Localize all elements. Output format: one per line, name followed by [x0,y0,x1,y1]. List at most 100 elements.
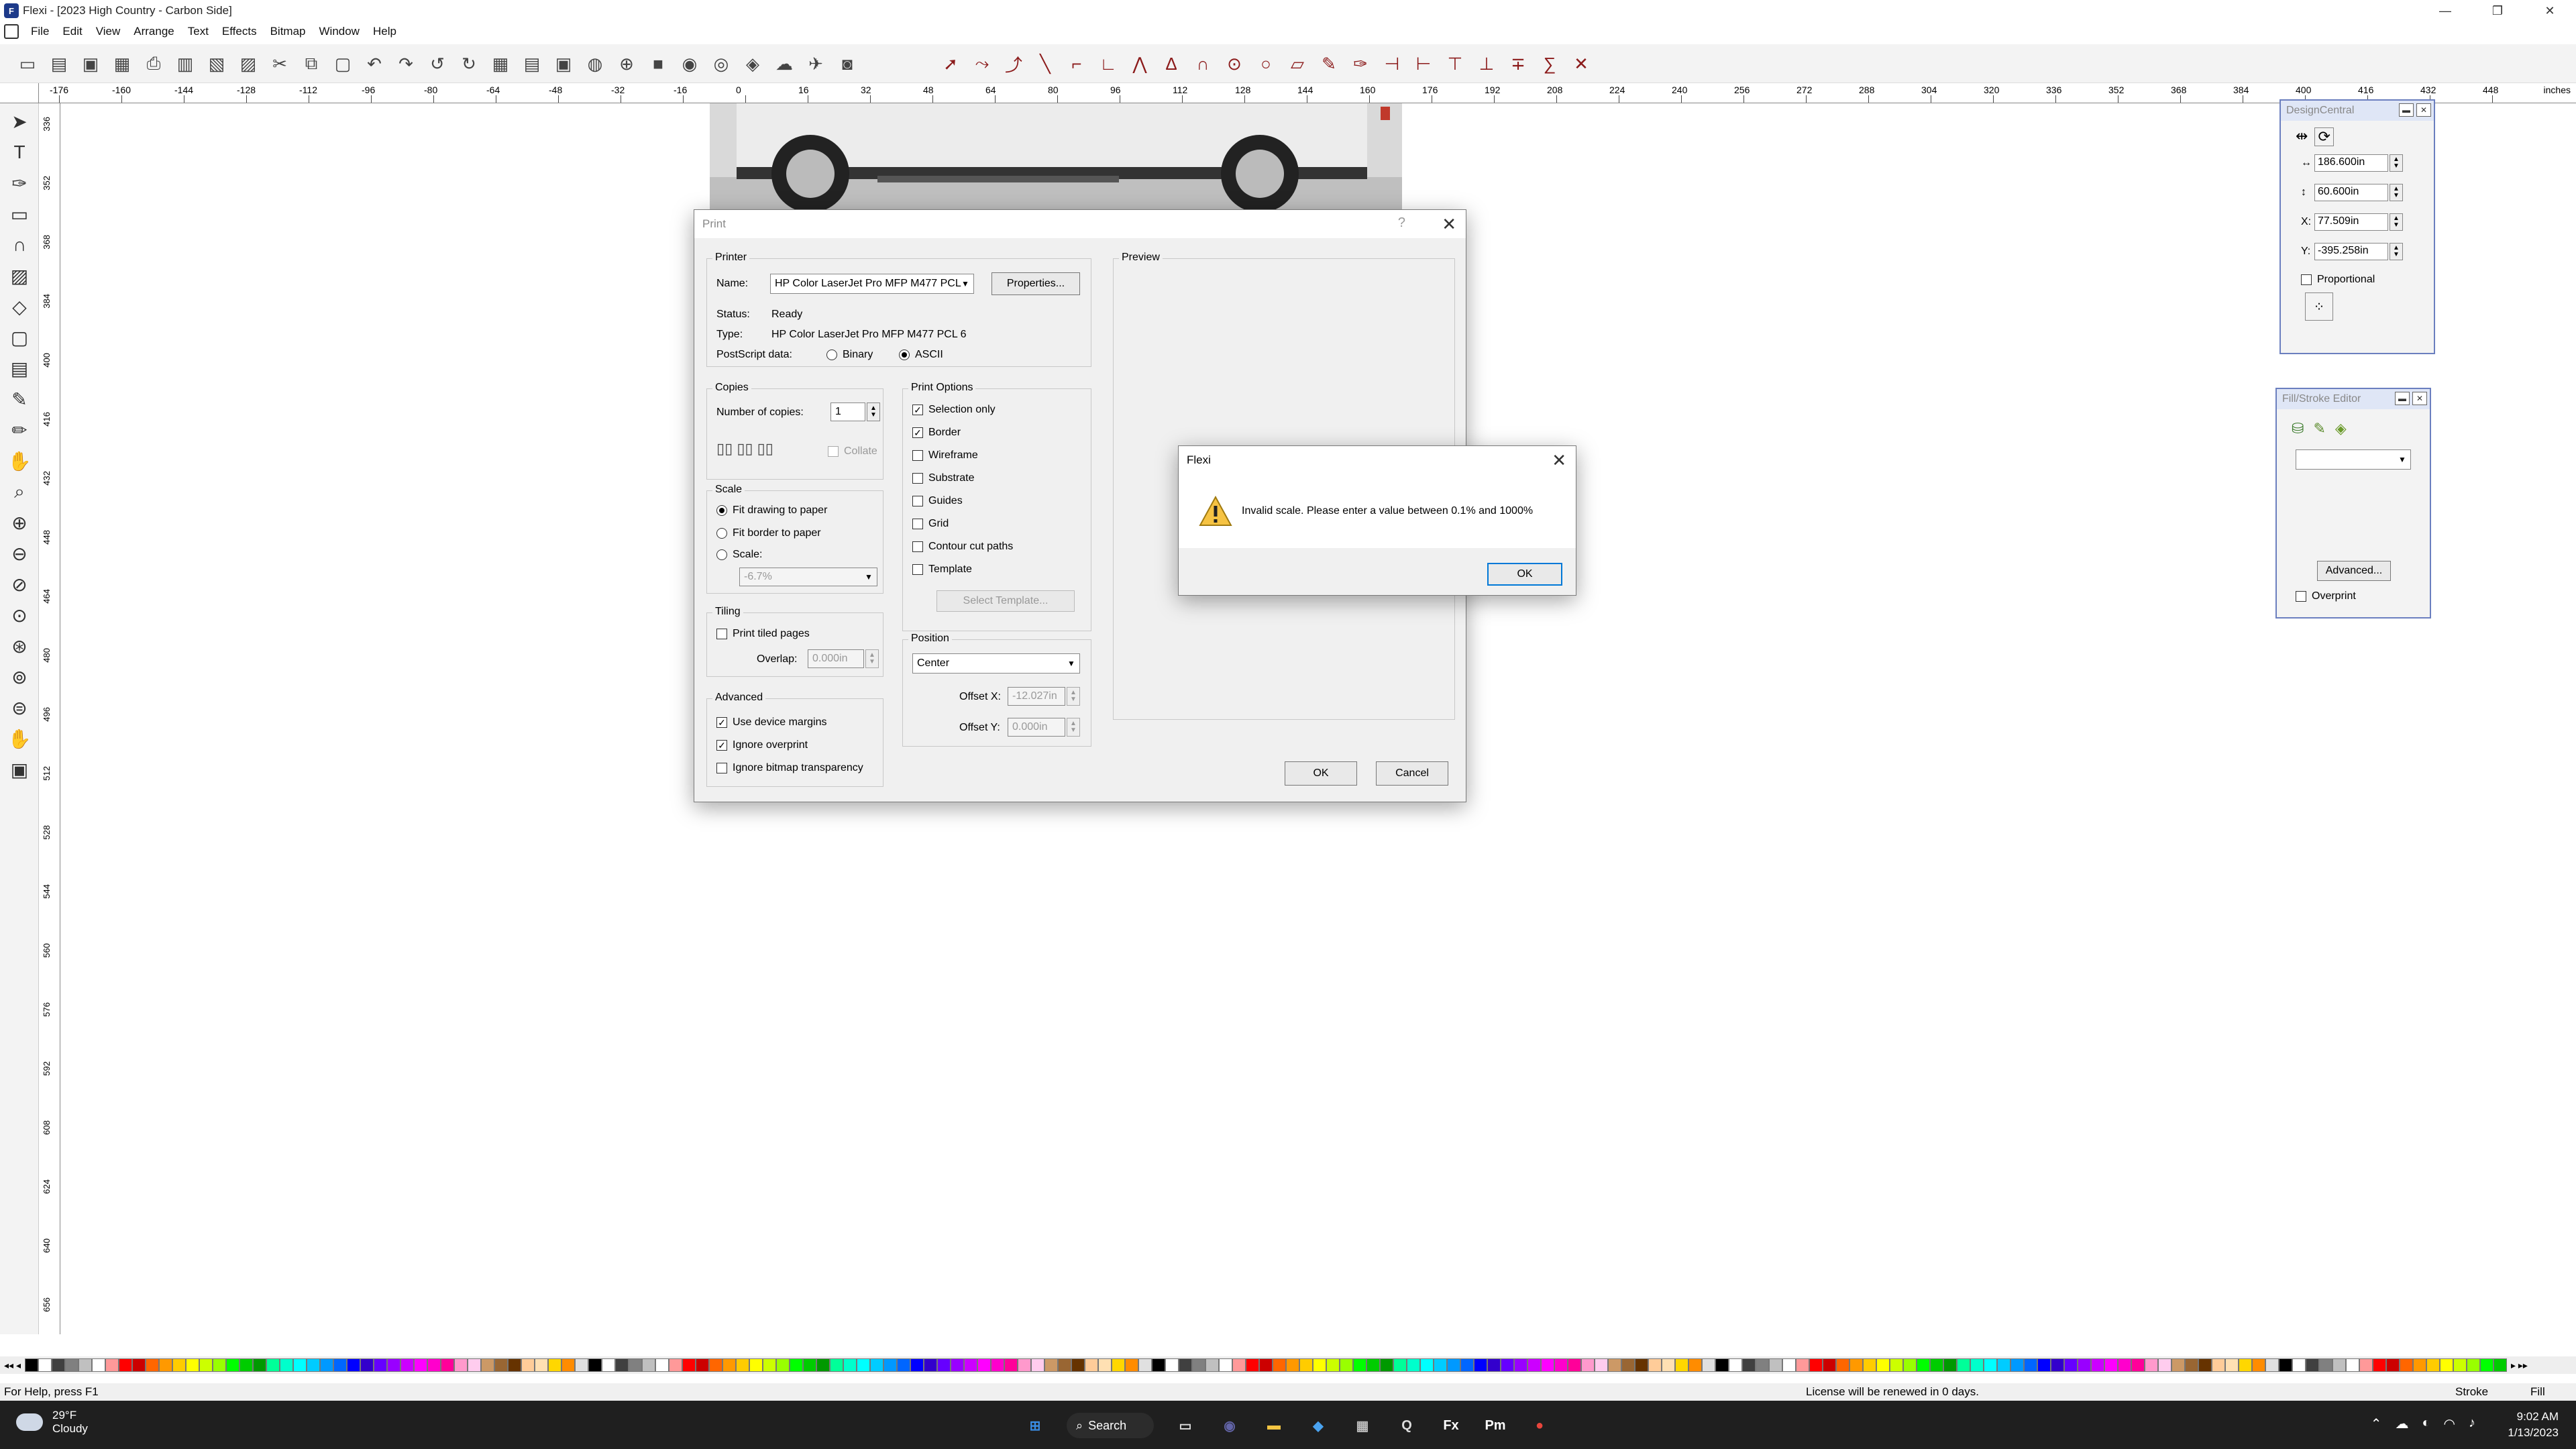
color-swatch[interactable] [1822,1358,1836,1372]
flexi-app-icon[interactable]: F [4,3,19,18]
option-border[interactable]: ✓ Border [912,427,961,439]
toolbar-tool-icon[interactable]: ◎ [710,52,733,75]
color-swatch[interactable] [843,1358,857,1372]
toolbar-tool-icon[interactable]: ▤ [48,52,70,75]
toolbar-tool-icon[interactable]: ■ [647,52,669,75]
toolbar-effect-icon[interactable]: ⋀ [1128,52,1151,75]
file-explorer-icon[interactable]: ▬ [1260,1411,1288,1440]
chevron-down-icon[interactable]: ▼ [1065,655,1078,672]
ignore-overprint-row[interactable]: ✓ Ignore overprint [716,739,808,751]
color-swatch[interactable] [1285,1358,1299,1372]
color-swatch[interactable] [1782,1358,1796,1372]
color-swatch[interactable] [521,1358,535,1372]
color-swatch[interactable] [2037,1358,2051,1372]
color-swatch[interactable] [2399,1358,2413,1372]
offset-x-spinner[interactable]: ▲ ▼ [1067,687,1080,706]
toolbar-tool-icon[interactable]: ▧ [205,52,228,75]
color-swatch[interactable] [1406,1358,1420,1372]
overprint-checkbox[interactable] [2296,591,2306,602]
color-swatch[interactable] [1648,1358,1662,1372]
color-swatch[interactable] [1030,1358,1044,1372]
color-swatch[interactable] [292,1358,307,1372]
anchor-point-icon[interactable]: ⁘ [2305,292,2333,321]
color-swatch[interactable] [1138,1358,1152,1372]
color-swatch[interactable] [2385,1358,2400,1372]
ruler-left[interactable]: 336 352 368 384 400 416 432 448 464 480 496 512 528 5… [39,103,60,1334]
color-swatch[interactable] [185,1358,199,1372]
color-swatch[interactable] [547,1358,561,1372]
scale-dropdown[interactable]: -6.7% ▼ [739,568,877,586]
color-swatch[interactable] [1755,1358,1769,1372]
color-swatch[interactable] [1446,1358,1460,1372]
color-swatch[interactable] [2077,1358,2091,1372]
color-swatch[interactable] [2050,1358,2064,1372]
fit-drawing-radio[interactable] [716,505,727,516]
color-swatch[interactable] [118,1358,132,1372]
chrome-icon[interactable]: ● [1525,1411,1554,1440]
palette-scroll-right-icon[interactable]: ▸ ▸▸ [2511,1360,2528,1371]
color-swatch[interactable] [856,1358,870,1372]
option-contour-cut-paths[interactable]: Contour cut paths [912,541,1013,553]
color-swatch[interactable] [668,1358,682,1372]
color-swatch[interactable] [413,1358,427,1372]
color-swatch[interactable] [1661,1358,1675,1372]
color-swatch[interactable] [574,1358,588,1372]
panel-close-icon[interactable]: ✕ [2416,103,2431,117]
toolbar-tool-icon[interactable]: ✂ [268,52,291,75]
properties-button[interactable]: Properties... [991,272,1080,295]
menu-file[interactable]: File [24,25,56,38]
ignore-bitmap-transparency-checkbox[interactable] [716,763,727,773]
color-swatch[interactable] [2144,1358,2158,1372]
color-swatch[interactable] [1621,1358,1635,1372]
advanced-button[interactable]: Advanced... [2317,561,2391,581]
color-swatch[interactable] [896,1358,910,1372]
color-swatch[interactable] [2412,1358,2426,1372]
tool-icon[interactable]: ✎ [7,386,32,412]
toolbar-tool-icon[interactable]: ☁ [773,52,796,75]
task-view-icon[interactable]: ▭ [1171,1411,1199,1440]
wifi-icon[interactable]: ◠ [2444,1415,2455,1432]
toolbar-tool-icon[interactable]: ▤ [521,52,543,75]
stroke-indicator[interactable]: Stroke [2455,1385,2488,1399]
color-swatch[interactable] [1527,1358,1541,1372]
color-swatch[interactable] [749,1358,763,1372]
x-spinner[interactable]: ▲ ▼ [2390,213,2403,231]
tool-icon[interactable]: ⊜ [7,695,32,720]
color-swatch[interactable] [105,1358,119,1372]
x-field[interactable]: 77.509in [2314,213,2388,231]
toolbar-effect-icon[interactable]: ✕ [1570,52,1593,75]
rotate-tab-icon[interactable]: ⟳ [2314,127,2334,146]
y-field[interactable]: -395.258in [2314,243,2388,260]
color-swatch[interactable] [1326,1358,1340,1372]
toolbar-effect-icon[interactable]: ✑ [1349,52,1372,75]
color-swatch[interactable] [1554,1358,1568,1372]
color-swatch[interactable] [400,1358,414,1372]
color-swatch[interactable] [2479,1358,2493,1372]
panel-minimize-icon[interactable]: ▬ [2395,392,2410,405]
menu-help[interactable]: Help [366,25,403,38]
color-swatch[interactable] [1983,1358,1997,1372]
document-icon[interactable] [4,24,19,39]
color-swatch[interactable] [2157,1358,2171,1372]
option-wireframe[interactable]: Wireframe [912,449,978,462]
tool-icon[interactable]: ⊘ [7,572,32,597]
color-swatch[interactable] [1299,1358,1313,1372]
color-swatch[interactable] [2439,1358,2453,1372]
color-swatch[interactable] [2090,1358,2104,1372]
color-swatch[interactable] [534,1358,548,1372]
toolbar-tool-icon[interactable]: ◉ [678,52,701,75]
scale-row[interactable]: Scale: [716,549,762,561]
ascii-radio-row[interactable]: ASCII [899,349,943,361]
ignore-overprint-checkbox[interactable]: ✓ [716,740,727,751]
fill-type-dropdown[interactable]: ▼ [2296,449,2411,470]
color-swatch[interactable] [1473,1358,1487,1372]
menu-bitmap[interactable]: Bitmap [264,25,313,38]
color-swatch[interactable] [2104,1358,2118,1372]
color-swatch[interactable] [601,1358,615,1372]
toolbar-effect-icon[interactable]: ⊤ [1444,52,1466,75]
color-swatch[interactable] [722,1358,736,1372]
overlap-field[interactable]: 0.000in [808,649,864,668]
color-swatch[interactable] [1379,1358,1393,1372]
binary-radio-row[interactable]: Binary [826,349,873,361]
color-swatch[interactable] [2493,1358,2507,1372]
